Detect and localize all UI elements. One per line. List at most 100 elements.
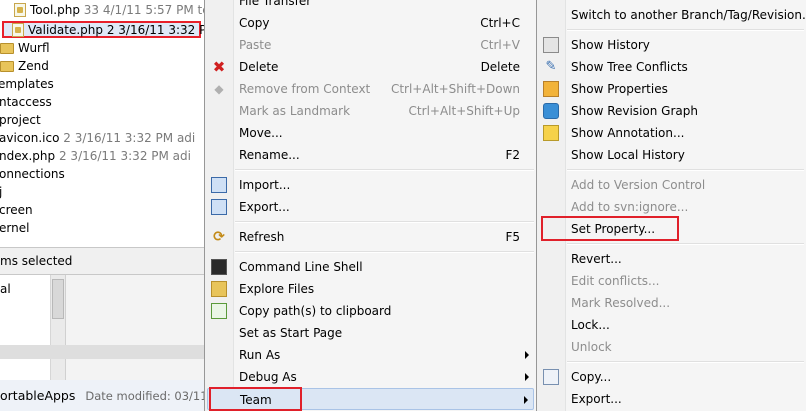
menu-item-show-tree-conflicts[interactable]: ✎ Show Tree Conflicts xyxy=(537,56,806,78)
annotation-icon xyxy=(543,125,559,141)
menu-item-label: Remove from Context xyxy=(239,82,371,96)
menu-item-shortcut: Delete xyxy=(480,60,520,74)
tree-row-name: Wurfl xyxy=(18,41,50,55)
menu-item-export[interactable]: Export... xyxy=(537,388,806,410)
import-icon xyxy=(211,177,227,193)
menu-item-label: Copy... xyxy=(571,370,612,384)
menu-item-label: Move... xyxy=(239,126,283,140)
menu-item-copy[interactable]: Copy... xyxy=(537,366,806,388)
export-icon xyxy=(211,199,227,215)
team-submenu: Switch to another Branch/Tag/Revision...… xyxy=(536,0,806,411)
submenu-arrow-icon xyxy=(525,373,529,381)
menu-item-lock[interactable]: Lock... xyxy=(537,314,806,336)
tree-row[interactable]: j xyxy=(0,183,2,201)
tree-row[interactable]: onnections xyxy=(0,165,65,183)
menu-item-shortcut: Ctrl+C xyxy=(480,16,520,30)
details-bar: ortableApps Date modified: 03/11/09 xyxy=(0,380,226,411)
menu-item-label: Import... xyxy=(239,178,291,192)
tree-row[interactable]: ntaccess xyxy=(0,93,52,111)
menu-item-revert[interactable]: Revert... xyxy=(537,248,806,270)
tree-row-name: Zend xyxy=(18,59,49,73)
menu-item-label: Revert... xyxy=(571,252,622,266)
menu-item-label: Mark as Landmark xyxy=(239,104,351,118)
php-file-icon xyxy=(12,23,24,37)
menu-item-label: Debug As xyxy=(239,370,297,384)
menu-item-rename[interactable]: Rename... F2 xyxy=(205,144,536,166)
menu-item-edit-conflicts[interactable]: Edit conflicts... xyxy=(537,270,806,292)
menu-item-label: Add to svn:ignore... xyxy=(571,200,689,214)
tree-row-meta: 2 3/16/11 3:32 PM adi xyxy=(63,131,196,145)
menu-item-label: File Transfer xyxy=(239,0,312,8)
lower-list: al xyxy=(0,275,51,380)
tree-row-name: j xyxy=(0,185,3,199)
menu-item-label: Add to Version Control xyxy=(571,178,706,192)
tree-row-name: ntaccess xyxy=(0,95,52,109)
menu-item-mark-resolved[interactable]: Mark Resolved... xyxy=(537,292,806,314)
menu-item-command-line-shell[interactable]: Command Line Shell xyxy=(205,256,536,278)
menu-item-label: Show History xyxy=(571,38,650,52)
menu-item-label: Mark Resolved... xyxy=(571,296,671,310)
menu-item-unlock[interactable]: Unlock xyxy=(537,336,806,358)
history-icon xyxy=(543,37,559,53)
menu-item-switch-branch[interactable]: Switch to another Branch/Tag/Revision... xyxy=(537,4,806,26)
menu-item-team[interactable]: Team xyxy=(207,388,534,410)
menu-item-debug-as[interactable]: Debug As xyxy=(205,366,536,388)
lower-list-item[interactable]: al xyxy=(0,281,11,297)
tree-row-wurfl[interactable]: Wurfl xyxy=(0,39,50,57)
menu-item-delete[interactable]: ✖ Delete Delete xyxy=(205,56,536,78)
menu-item-copy[interactable]: Copy Ctrl+C xyxy=(205,12,536,34)
tree-row[interactable]: ernel xyxy=(0,219,29,237)
menu-item-label: Show Properties xyxy=(571,82,668,96)
menu-item-explore-files[interactable]: Explore Files xyxy=(205,278,536,300)
menu-item-set-as-start-page[interactable]: Set as Start Page xyxy=(205,322,536,344)
terminal-icon xyxy=(211,259,227,275)
menu-item-run-as[interactable]: Run As xyxy=(205,344,536,366)
menu-item-shortcut: Ctrl+Alt+Shift+Up xyxy=(408,104,520,118)
folder-icon xyxy=(0,43,14,54)
tree-row-meta: 33 4/1/11 5:57 PM teo xyxy=(83,3,204,17)
tree-row-name: avicon.ico xyxy=(0,131,60,145)
scrollbar-thumb[interactable] xyxy=(52,279,64,319)
tree-row-validate-php[interactable]: Validate.php 2 3/16/11 3:32 PM xyxy=(12,21,204,39)
horizontal-scrollbar[interactable] xyxy=(0,345,204,359)
tree-conflicts-icon: ✎ xyxy=(545,59,557,74)
menu-item-label: Explore Files xyxy=(239,282,315,296)
menu-item-show-local-history[interactable]: Show Local History xyxy=(537,144,806,166)
menu-item-copy-paths[interactable]: Copy path(s) to clipboard xyxy=(205,300,536,322)
menu-item-import[interactable]: Import... xyxy=(205,174,536,196)
menu-item-set-property[interactable]: Set Property... xyxy=(537,218,806,240)
menu-item-shortcut: Ctrl+V xyxy=(480,38,520,52)
menu-item-add-to-version-control[interactable]: Add to Version Control xyxy=(537,174,806,196)
tree-row-tool-php[interactable]: Tool.php 33 4/1/11 5:57 PM teo xyxy=(14,1,204,19)
menu-item-refresh[interactable]: ⟳ Refresh F5 xyxy=(205,226,536,248)
menu-item-add-to-svn-ignore[interactable]: Add to svn:ignore... xyxy=(537,196,806,218)
tree-row-name: creen xyxy=(0,203,33,217)
details-name: ortableApps xyxy=(0,388,76,403)
tree-row-zend[interactable]: Zend xyxy=(0,57,49,75)
menu-item-label: Rename... xyxy=(239,148,300,162)
menu-item-show-properties[interactable]: Show Properties xyxy=(537,78,806,100)
delete-icon: ✖ xyxy=(212,58,226,76)
tree-row[interactable]: ndex.php 2 3/16/11 3:32 PM adi xyxy=(0,147,191,165)
project-tree: Tool.php 33 4/1/11 5:57 PM teo Validate.… xyxy=(0,0,204,247)
menu-item-label: Paste xyxy=(239,38,272,52)
tree-row-name: Validate.php xyxy=(28,23,104,37)
menu-separator xyxy=(567,243,804,245)
tree-row[interactable]: creen xyxy=(0,201,33,219)
menu-item-file-transfer[interactable]: File Transfer xyxy=(205,0,536,12)
tree-row[interactable]: project xyxy=(0,111,41,129)
tree-row[interactable]: emplates xyxy=(0,75,54,93)
menu-separator xyxy=(567,29,804,31)
menu-item-move[interactable]: Move... xyxy=(205,122,536,144)
tree-row[interactable]: avicon.ico 2 3/16/11 3:32 PM adi xyxy=(0,129,195,147)
menu-item-paste[interactable]: Paste Ctrl+V xyxy=(205,34,536,56)
menu-item-label: Lock... xyxy=(571,318,610,332)
menu-item-show-revision-graph[interactable]: Show Revision Graph xyxy=(537,100,806,122)
menu-item-show-annotation[interactable]: Show Annotation... xyxy=(537,122,806,144)
menu-item-export[interactable]: Export... xyxy=(205,196,536,218)
tree-row-meta: 2 3/16/11 3:32 PM adi xyxy=(58,149,191,163)
menu-item-label: Show Revision Graph xyxy=(571,104,698,118)
menu-item-mark-as-landmark[interactable]: Mark as Landmark Ctrl+Alt+Shift+Up xyxy=(205,100,536,122)
menu-item-remove-from-context[interactable]: ◆ Remove from Context Ctrl+Alt+Shift+Dow… xyxy=(205,78,536,100)
menu-item-show-history[interactable]: Show History xyxy=(537,34,806,56)
